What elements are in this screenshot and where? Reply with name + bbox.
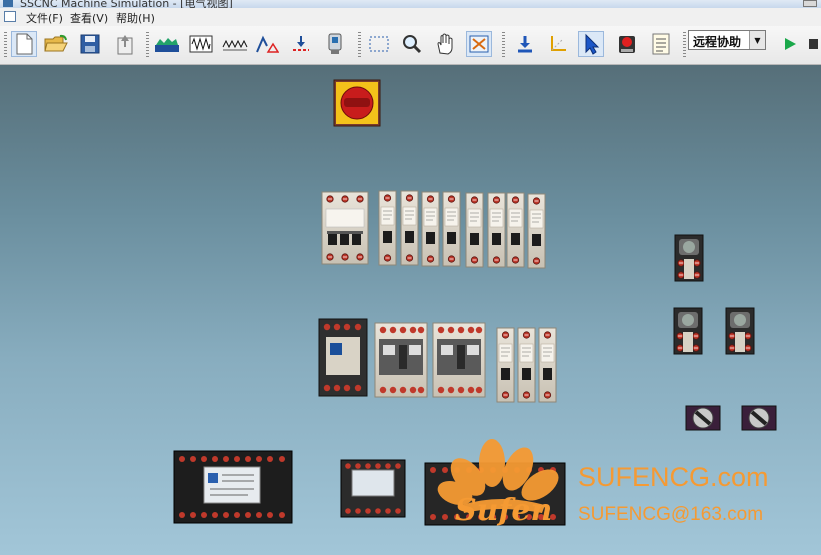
electrical-canvas[interactable]: Sufen SUFENCG.com SUFENCG@163.com (0, 65, 821, 555)
close-icon[interactable] (803, 0, 817, 7)
watermark-email: SUFENCG@163.com (578, 504, 764, 525)
machine-icon (155, 38, 179, 52)
contactor-3[interactable] (432, 322, 486, 398)
export-icon (117, 35, 133, 55)
new-file-button[interactable] (11, 31, 37, 57)
zoom-button[interactable] (399, 31, 425, 57)
fuse-1[interactable] (497, 328, 514, 402)
zoom-icon (403, 35, 422, 54)
circuit-breaker-1p-5[interactable] (466, 193, 483, 267)
toolbar-grip-3[interactable] (358, 32, 361, 58)
pan-button[interactable] (432, 31, 458, 57)
play-button[interactable] (777, 31, 803, 57)
coil-view-button[interactable] (222, 31, 248, 57)
resistor-view-button[interactable] (188, 31, 214, 57)
pointer-button[interactable] (578, 31, 604, 57)
push-button-2[interactable] (674, 308, 702, 354)
play-icon (785, 38, 796, 50)
list-button[interactable] (648, 31, 674, 57)
device-icon (328, 33, 342, 54)
download-button[interactable] (512, 31, 538, 57)
toolbar-grip-2[interactable] (146, 32, 149, 58)
relay-module[interactable] (340, 459, 406, 518)
menu-file[interactable]: 文件(F) (26, 10, 63, 26)
fit-view-icon (469, 35, 489, 53)
circuit-breaker-1p-1[interactable] (379, 191, 396, 265)
record-button[interactable] (614, 31, 640, 57)
machine-view-button[interactable] (154, 31, 180, 57)
save-button[interactable] (77, 31, 103, 57)
resistor-icon (189, 35, 213, 53)
select-rect-button[interactable] (366, 31, 392, 57)
title-bar: SSCNC Machine Simulation - [电气视图] (0, 0, 821, 8)
contactor-2[interactable] (374, 322, 428, 398)
circuit-breaker-1p-3[interactable] (422, 192, 439, 266)
pointer-icon (585, 33, 600, 55)
selector-switch-2[interactable] (740, 404, 778, 432)
selector-switch-1[interactable] (684, 404, 722, 432)
open-folder-icon (44, 34, 68, 52)
chevron-down-icon[interactable]: ▼ (749, 31, 765, 49)
export-button[interactable] (112, 31, 138, 57)
main-power-switch[interactable] (333, 79, 381, 127)
stop-icon (809, 39, 818, 49)
menu-bar: 文件(F) 查看(V) 帮助(H) (0, 8, 821, 27)
system-menu-icon[interactable] (4, 11, 16, 22)
watermark-site: SUFENCG.com (578, 462, 769, 492)
list-icon (652, 33, 670, 55)
probe-icon (293, 36, 309, 51)
save-icon (80, 34, 100, 54)
circuit-breaker-3p[interactable] (321, 191, 369, 265)
measure-button[interactable] (254, 31, 280, 57)
window-title: SSCNC Machine Simulation - [电气视图] (20, 0, 233, 8)
hand-icon (437, 33, 453, 55)
transformer[interactable] (173, 450, 293, 524)
push-button-3[interactable] (726, 308, 754, 354)
toolbar-grip-5[interactable] (683, 32, 686, 58)
fuse-3[interactable] (539, 328, 556, 402)
circuit-breaker-1p-4[interactable] (443, 192, 460, 266)
circuit-breaker-1p-7[interactable] (507, 193, 524, 267)
measure-icon (256, 35, 279, 53)
remote-assist-select[interactable]: 远程协助 ▼ (688, 30, 766, 50)
open-folder-button[interactable] (43, 31, 69, 57)
select-rect-icon (369, 36, 389, 52)
probe-button[interactable] (288, 31, 314, 57)
watermark-logo-text: Sufen (455, 493, 553, 528)
axis-icon (551, 36, 566, 51)
app-icon (3, 0, 13, 7)
push-button-1[interactable] (675, 235, 703, 281)
coil-icon (222, 39, 248, 51)
axis-button[interactable] (545, 31, 571, 57)
contactor-1[interactable] (318, 318, 368, 397)
circuit-breaker-1p-6[interactable] (488, 193, 505, 267)
fuse-2[interactable] (518, 328, 535, 402)
toolbar-grip-4[interactable] (502, 32, 505, 58)
stop-button[interactable] (805, 31, 821, 57)
circuit-breaker-1p-8[interactable] (528, 194, 545, 268)
record-icon (619, 36, 635, 53)
circuit-breaker-1p-2[interactable] (401, 191, 418, 265)
toolbar-grip[interactable] (4, 32, 7, 58)
device-button[interactable] (322, 31, 348, 57)
download-icon (518, 36, 532, 53)
menu-view[interactable]: 查看(V) (70, 10, 108, 26)
fit-view-button[interactable] (466, 31, 492, 57)
new-file-icon (16, 33, 33, 55)
menu-help[interactable]: 帮助(H) (116, 10, 155, 26)
remote-assist-value: 远程协助 (693, 35, 742, 49)
